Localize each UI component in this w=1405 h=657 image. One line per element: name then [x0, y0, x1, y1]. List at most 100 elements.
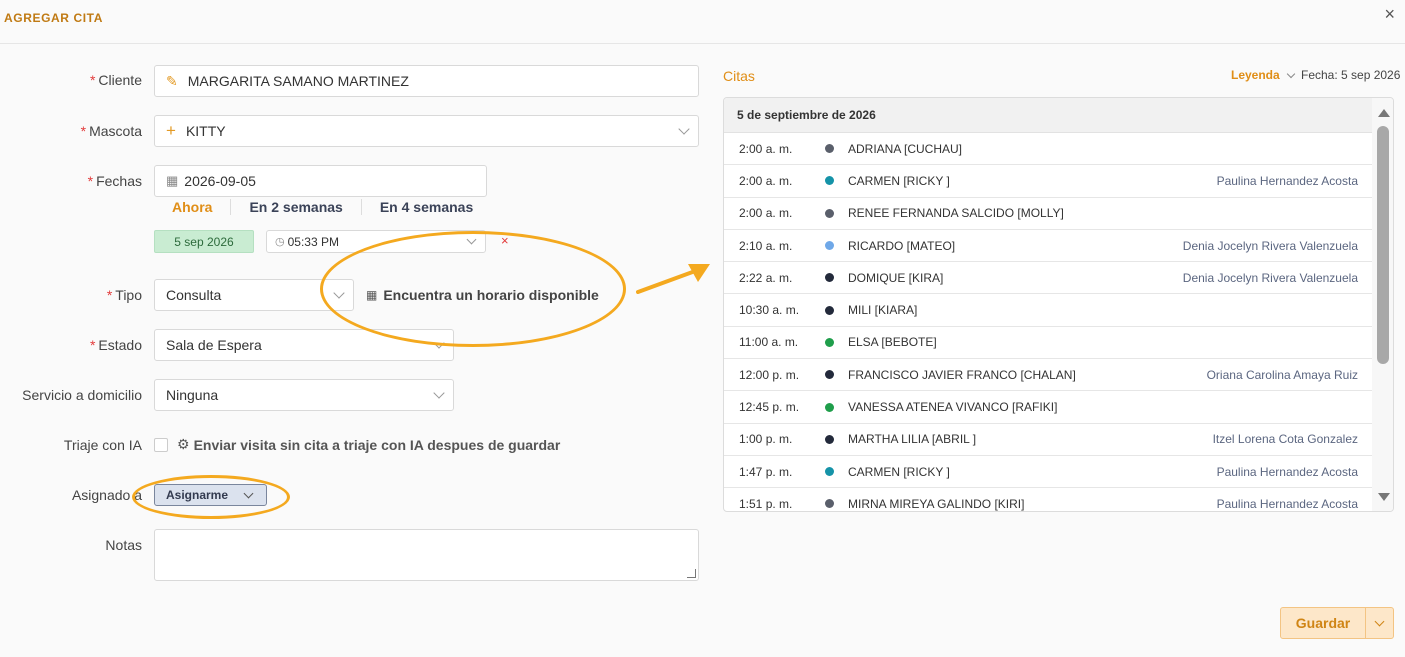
- chevron-down-icon: [466, 234, 477, 245]
- quick-link-ahora[interactable]: Ahora: [154, 199, 232, 215]
- mascota-select[interactable]: + KITTY: [154, 115, 699, 147]
- appointment-client: VANESSA ATENEA VIVANCO [RAFIKI]: [848, 400, 1058, 415]
- appointment-client: DOMIQUE [KIRA]: [848, 270, 944, 285]
- save-button[interactable]: Guardar: [1280, 607, 1394, 639]
- chevron-down-icon: [433, 387, 445, 399]
- appointment-client: CARMEN [RICKY ]: [848, 173, 950, 188]
- appointment-client: RENEE FERNANDA SALCIDO [MOLLY]: [848, 206, 1064, 221]
- clear-time-icon[interactable]: ×: [501, 233, 509, 248]
- status-dot-icon: [825, 176, 834, 186]
- appointment-time: 2:00 a. m.: [739, 173, 793, 188]
- appointment-row[interactable]: 2:10 a. m. RICARDO [MATEO] Denia Jocelyn R…: [724, 230, 1372, 263]
- time-value: 05:33 PM: [287, 234, 339, 249]
- appointment-vet: Denia Jocelyn Rivera Valenzuela: [1182, 238, 1358, 253]
- appointment-client: FRANCISCO JAVIER FRANCO [CHALAN]: [848, 367, 1076, 382]
- triaje-label: Triaje con IA: [63, 437, 142, 453]
- tipo-select[interactable]: Consulta: [154, 279, 354, 311]
- chevron-down-icon[interactable]: [1374, 616, 1385, 626]
- appointment-time: 2:00 a. m.: [739, 206, 793, 221]
- chevron-down-icon: [243, 488, 254, 499]
- servicio-label: Servicio a domicilio: [22, 387, 142, 403]
- status-dot-icon: [825, 241, 834, 251]
- appointment-row[interactable]: 2:22 a. m. DOMIQUE [KIRA] Denia Jocelyn Ri…: [724, 262, 1372, 295]
- quick-date-links: Ahora En 2 semanas En 4 semanas: [154, 196, 491, 218]
- appointment-time: 1:00 p. m.: [739, 432, 793, 447]
- appointments-list: 2:00 a. m. ADRIANA [CUCHAU] 2:00 a. m. CARM…: [724, 133, 1372, 511]
- resize-handle-icon[interactable]: [687, 569, 696, 578]
- status-dot-icon: [825, 273, 834, 283]
- status-dot-icon: [825, 208, 834, 218]
- close-icon[interactable]: ×: [1384, 4, 1395, 25]
- citas-title: Citas: [723, 68, 755, 84]
- appointment-row[interactable]: 11:00 a. m. ELSA [BEBOTE]: [724, 327, 1372, 360]
- mascota-label: * Mascota: [80, 123, 142, 139]
- edit-icon[interactable]: ✎: [166, 73, 178, 90]
- appointment-row[interactable]: 2:00 a. m. RENEE FERNANDA SALCIDO [MOLLY]: [724, 198, 1372, 230]
- appointment-client: ELSA [BEBOTE]: [848, 335, 937, 350]
- appointments-panel: 5 de septiembre de 2026 2:00 a. m. ADRIAN…: [723, 97, 1394, 512]
- appointment-row[interactable]: 2:00 a. m. ADRIANA [CUCHAU]: [724, 133, 1372, 166]
- clock-icon: ◷: [275, 236, 285, 248]
- time-select[interactable]: ◷ 05:33 PM: [266, 230, 486, 253]
- appointment-client: MARTHA LILIA [ABRIL ]: [848, 432, 977, 447]
- estado-value: Sala de Espera: [166, 337, 262, 353]
- quick-link-2-semanas[interactable]: En 2 semanas: [231, 199, 362, 215]
- save-label: Guardar: [1295, 615, 1351, 631]
- find-slot-label: Encuentra un horario disponible: [383, 287, 599, 303]
- appointment-time: 11:00 a. m.: [739, 335, 799, 350]
- tipo-value: Consulta: [166, 287, 222, 303]
- appointment-row[interactable]: 1:51 p. m. MIRNA MIREYA GALINDO [KIRI] Pau…: [724, 488, 1372, 511]
- triaje-checkbox-text[interactable]: ⚙ Enviar visita sin cita a triaje con IA…: [177, 436, 560, 453]
- appointment-time: 2:10 a. m.: [739, 238, 793, 253]
- fecha-input[interactable]: ▦ 2026-09-05: [154, 165, 487, 197]
- appointment-row[interactable]: 1:47 p. m. CARMEN [RICKY ] Paulina Hernand…: [724, 456, 1372, 489]
- appointment-time: 10:30 a. m.: [739, 303, 800, 318]
- cliente-value: MARGARITA SAMANO MARTINEZ: [187, 73, 409, 89]
- chevron-down-icon: [1286, 69, 1295, 78]
- scrollbar[interactable]: [1372, 98, 1393, 511]
- appointment-client: MIRNA MIREYA GALINDO [KIRI]: [848, 496, 1025, 511]
- calendar-icon: ▦: [366, 288, 378, 302]
- dialog-title: AGREGAR CITA: [4, 11, 103, 25]
- appointment-client: ADRIANA [CUCHAU]: [848, 141, 963, 156]
- fechas-label: * Fechas: [87, 173, 142, 189]
- status-dot-icon: [825, 337, 834, 347]
- chevron-down-icon: [678, 123, 690, 135]
- appointment-client: CARMEN [RICKY ]: [848, 464, 950, 479]
- status-dot-icon: [825, 467, 834, 477]
- assign-me-button[interactable]: Asignarme: [154, 484, 267, 506]
- asignado-label: Asignado a: [71, 487, 142, 503]
- appointment-row[interactable]: 1:00 p. m. MARTHA LILIA [ABRIL ] Itzel Lor…: [724, 424, 1372, 456]
- plus-icon[interactable]: +: [166, 121, 176, 141]
- legend-toggle[interactable]: Leyenda: [1231, 68, 1295, 82]
- status-dot-icon: [825, 144, 834, 154]
- servicio-select[interactable]: Ninguna: [154, 379, 454, 411]
- appointment-row[interactable]: 12:45 p. m. VANESSA ATENEA VIVANCO [RAFIK…: [724, 391, 1372, 424]
- servicio-value: Ninguna: [166, 387, 219, 403]
- cliente-label: * Cliente: [89, 72, 142, 88]
- status-dot-icon: [825, 370, 834, 380]
- estado-select[interactable]: Sala de Espera: [154, 329, 454, 361]
- date-badge[interactable]: 5 sep 2026: [154, 230, 254, 253]
- appointment-row[interactable]: 12:00 p. m. FRANCISCO JAVIER FRANCO [CHAL…: [724, 359, 1372, 392]
- appointment-row[interactable]: 10:30 a. m. MILI [KIARA]: [724, 294, 1372, 327]
- appointment-vet: Paulina Hernandez Acosta: [1216, 496, 1358, 511]
- quick-link-4-semanas[interactable]: En 4 semanas: [362, 199, 491, 215]
- appointment-vet: Paulina Hernandez Acosta: [1216, 464, 1358, 479]
- dialog-header: AGREGAR CITA ×: [0, 0, 1405, 44]
- find-slot-button[interactable]: ▦ Encuentra un horario disponible: [366, 287, 599, 303]
- appointment-time: 1:51 p. m.: [739, 496, 793, 511]
- cliente-field[interactable]: ✎ MARGARITA SAMANO MARTINEZ: [154, 65, 699, 97]
- status-dot-icon: [825, 402, 834, 412]
- appointment-time: 12:45 p. m.: [739, 400, 800, 415]
- triaje-checkbox[interactable]: [154, 438, 168, 452]
- scroll-thumb[interactable]: [1377, 126, 1389, 364]
- appointment-row[interactable]: 2:00 a. m. CARMEN [RICKY ] Paulina Hernand…: [724, 165, 1372, 198]
- scroll-down-icon[interactable]: [1378, 493, 1390, 501]
- scroll-up-icon[interactable]: [1378, 109, 1390, 117]
- notes-textarea[interactable]: [154, 529, 699, 581]
- notas-label: Notas: [105, 537, 142, 553]
- appointment-time: 2:22 a. m.: [739, 270, 793, 285]
- appointment-time: 2:00 a. m.: [739, 141, 793, 156]
- calendar-icon: ▦: [166, 173, 179, 188]
